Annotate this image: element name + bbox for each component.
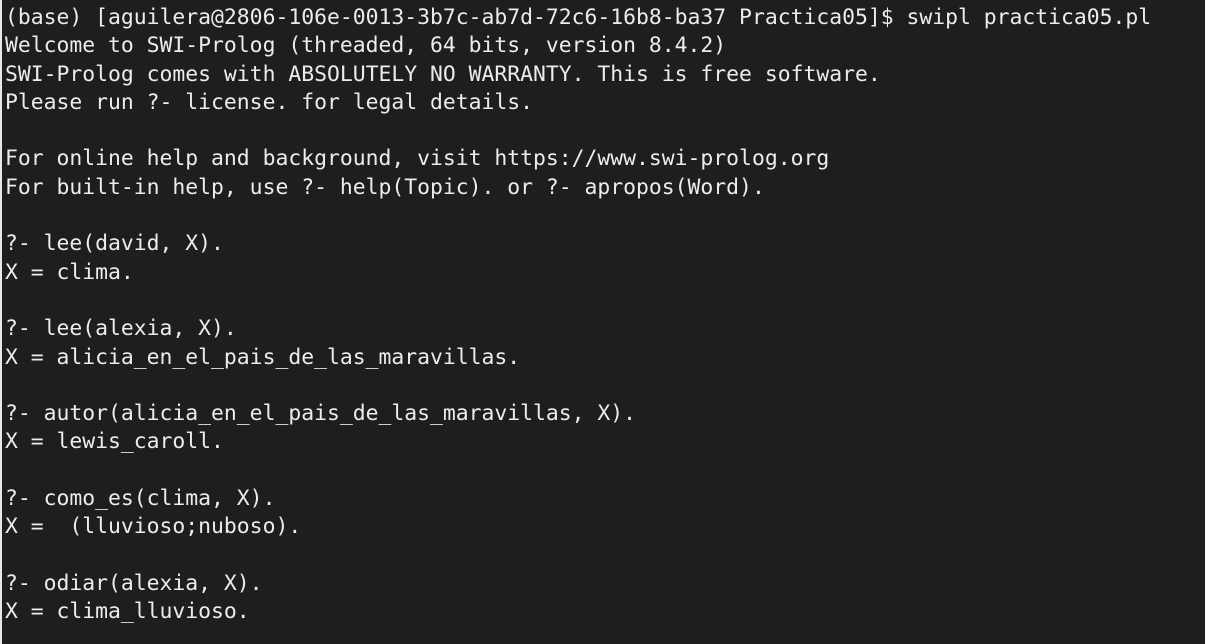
license-line: Please run ?- license. for legal details… xyxy=(5,89,534,115)
answer-line: X = lewis_caroll. xyxy=(5,429,224,455)
query-line: ?- lee(alexia, X). xyxy=(5,316,237,342)
query-line: ?- lee(david, X). xyxy=(5,231,224,257)
answer-line: X = (lluvioso;nuboso). xyxy=(5,514,302,540)
online-help-line: For online help and background, visit ht… xyxy=(5,146,830,172)
builtin-help-line: For built-in help, use ?- help(Topic). o… xyxy=(5,174,765,200)
terminal-window[interactable]: (base) [aguilera@2806-106e-0013-3b7c-ab7… xyxy=(0,0,1205,644)
query-line: ?- autor(alicia_en_el_pais_de_las_maravi… xyxy=(5,401,637,427)
query-line: ?- odiar(alexia, X). xyxy=(5,570,263,596)
warranty-line: SWI-Prolog comes with ABSOLUTELY NO WARR… xyxy=(5,61,881,87)
shell-command-line: (base) [aguilera@2806-106e-0013-3b7c-ab7… xyxy=(5,5,1152,30)
answer-line: X = clima_lluvioso. xyxy=(5,599,250,625)
answer-line: X = alicia_en_el_pais_de_las_maravillas. xyxy=(5,344,521,370)
welcome-line: Welcome to SWI-Prolog (threaded, 64 bits… xyxy=(5,33,727,59)
answer-line: X = clima. xyxy=(5,259,134,285)
query-line: ?- como_es(clima, X). xyxy=(5,486,276,512)
text-cursor-bar xyxy=(0,0,2,644)
